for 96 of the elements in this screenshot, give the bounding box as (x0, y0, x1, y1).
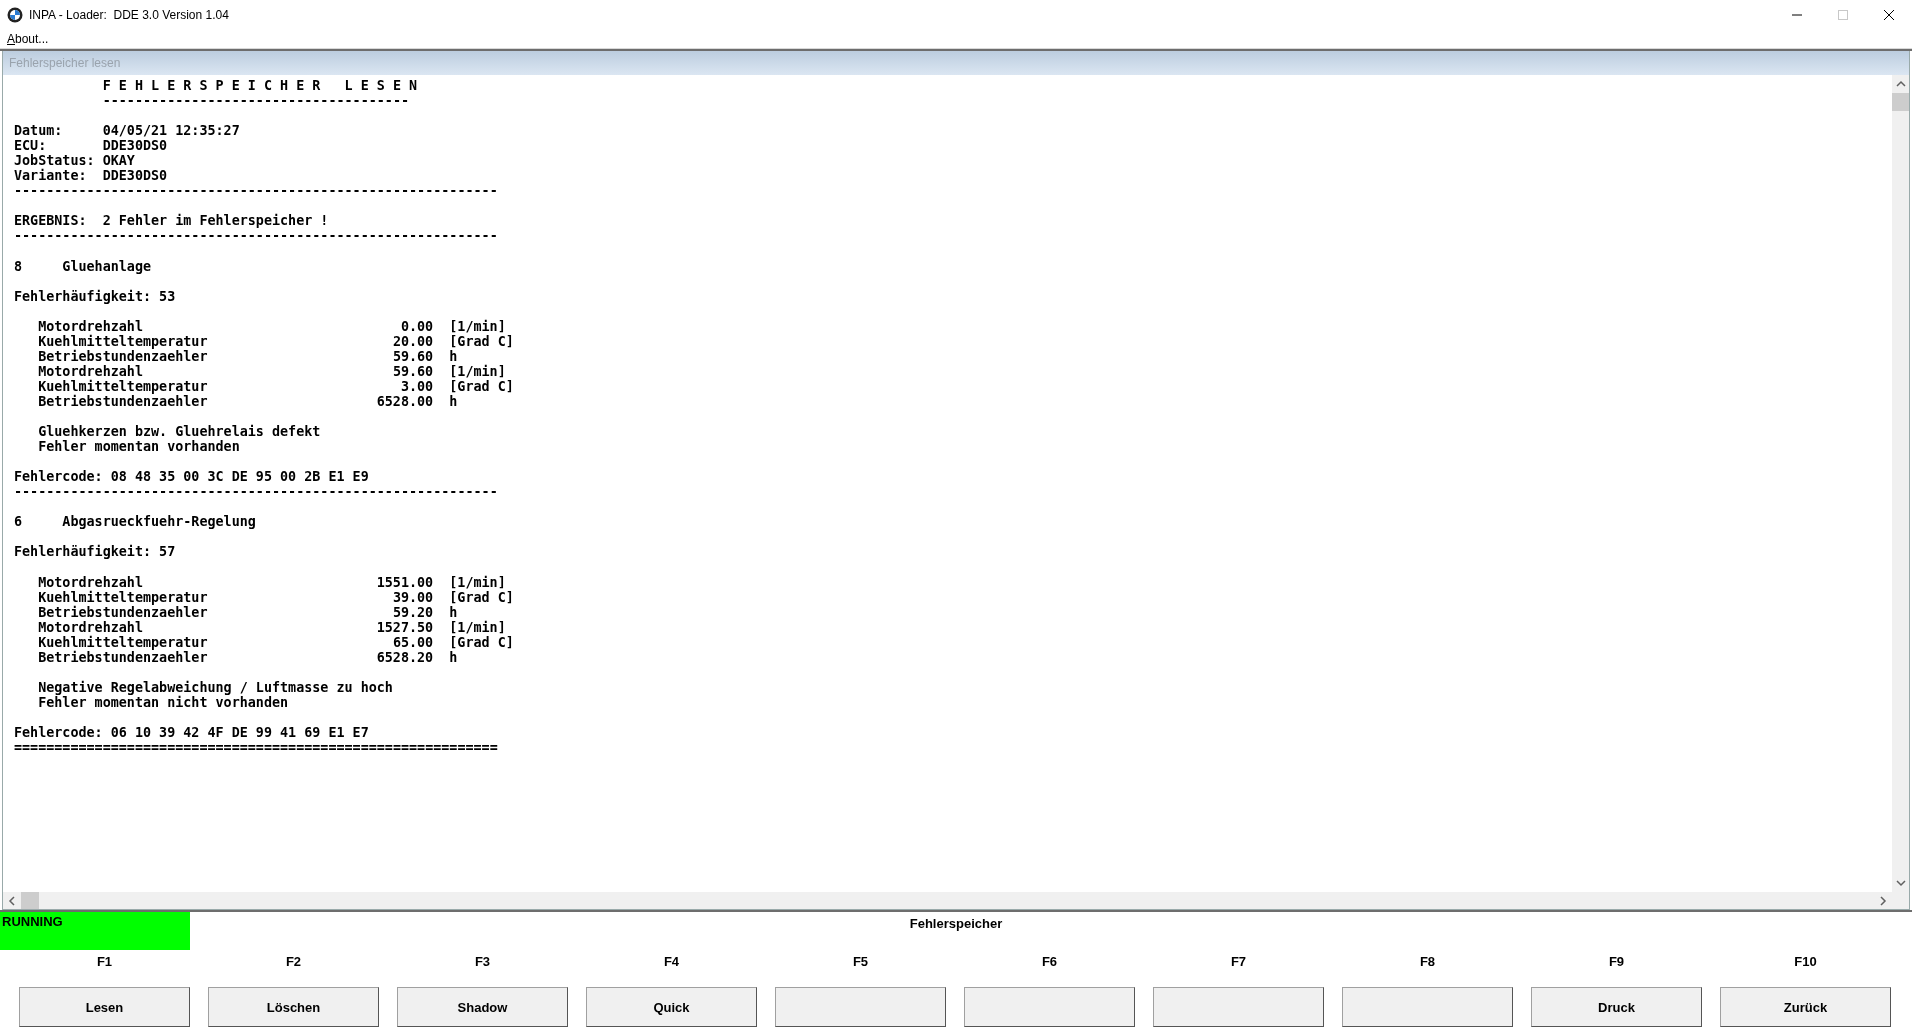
status-title: Fehlerspeicher (909, 916, 1003, 931)
param-value: 1551.00 (375, 574, 434, 590)
fault-note: Negative Regelabweichung / Luftmasse zu hoch (38, 679, 393, 695)
param-name: Betriebstundenzaehler (38, 649, 209, 665)
function-key-label: F10 (1794, 954, 1817, 969)
param-value: 6528.20 (375, 649, 434, 665)
param-unit: [1/min] (449, 574, 507, 590)
report-line: ------------------------------------------------------------ (14, 183, 498, 199)
horizontal-scrollbar[interactable] (3, 892, 1909, 909)
function-button[interactable]: Quick (586, 987, 757, 1027)
param-name: Kuehlmitteltemperatur (38, 333, 209, 349)
param-value: 20.00 (391, 333, 434, 349)
param-value: 59.60 (391, 363, 434, 379)
param-unit: h (449, 649, 459, 665)
param-name: Betriebstundenzaehler (38, 348, 209, 364)
param-unit: [1/min] (449, 363, 507, 379)
report-title: F E H L E R S P E I C H E R L E S E N (102, 78, 418, 93)
field-label: ERGEBNIS: (14, 213, 88, 229)
param-value: 59.60 (391, 348, 434, 364)
function-button[interactable] (1153, 987, 1324, 1027)
report-line: Fehlerhäufigkeit: 57 (14, 544, 176, 560)
param-value: 59.20 (391, 604, 434, 620)
param-value: 39.00 (391, 589, 434, 605)
scroll-thumb[interactable] (21, 892, 39, 909)
maximize-icon (1838, 10, 1848, 20)
param-value: 0.00 (399, 318, 434, 334)
menu-item[interactable]: About... (6, 32, 50, 46)
report-line: Fehlercode: 06 10 39 42 4F DE 99 41 69 E1 E7 (14, 725, 369, 740)
function-key-label: F4 (663, 954, 680, 969)
report-line: ------------------------------------------------------------ (14, 484, 498, 500)
fault-note: Fehler momentan nicht vorhanden (38, 694, 289, 710)
fault-name: Gluehanlage (62, 258, 153, 274)
field-value: DDE30DS0 (102, 138, 169, 154)
function-button[interactable]: Löschen (208, 987, 379, 1027)
param-unit: h (449, 348, 459, 364)
param-name: Kuehlmitteltemperatur (38, 634, 209, 650)
fault-number: 8 (14, 258, 24, 274)
fault-note: Gluehkerzen bzw. Gluehrelais defekt (38, 424, 321, 440)
report-line: ------------------------------------------------------------ (14, 228, 498, 244)
function-key-label: F8 (1419, 954, 1436, 969)
param-value: 1527.50 (375, 619, 434, 635)
function-button[interactable]: Shadow (397, 987, 568, 1027)
field-value: 04/05/21 12:35:27 (102, 123, 241, 139)
scroll-thumb[interactable] (1892, 93, 1909, 111)
param-unit: [1/min] (449, 619, 507, 635)
close-icon (1884, 10, 1894, 20)
child-window-title: Fehlerspeicher lesen (9, 56, 121, 70)
function-key-label: F5 (852, 954, 869, 969)
field-value: OKAY (102, 153, 136, 169)
function-key-label: F3 (474, 954, 491, 969)
param-name: Motordrehzahl (38, 318, 144, 334)
field-label: ECU: (14, 138, 48, 154)
field-value: 2 Fehler im Fehlerspeicher ! (102, 213, 330, 229)
field-label: Datum: (14, 123, 64, 139)
function-button[interactable]: Zurück (1720, 987, 1891, 1027)
status-indicator: RUNNING (0, 912, 190, 950)
param-unit: h (449, 604, 459, 620)
field-label: Variante: (14, 168, 88, 184)
function-button[interactable] (775, 987, 946, 1027)
function-button[interactable]: Druck (1531, 987, 1702, 1027)
function-key-label: F1 (96, 954, 113, 969)
window-title: INPA - Loader: DDE 3.0 Version 1.04 (29, 8, 230, 22)
param-unit: h (449, 394, 459, 410)
function-key-label: F2 (285, 954, 302, 969)
param-unit: [Grad C] (449, 634, 515, 650)
vertical-scrollbar[interactable] (1892, 75, 1909, 892)
function-key-label: F9 (1608, 954, 1625, 969)
param-unit: [Grad C] (449, 589, 515, 605)
fault-number: 6 (14, 514, 24, 530)
param-name: Kuehlmitteltemperatur (38, 378, 209, 394)
param-value: 3.00 (399, 378, 434, 394)
field-label: JobStatus: (14, 153, 96, 169)
report-line: Fehlerhäufigkeit: 53 (14, 288, 176, 304)
param-value: 6528.00 (375, 394, 434, 410)
function-button[interactable]: Lesen (19, 987, 190, 1027)
field-value: DDE30DS0 (102, 168, 169, 184)
fault-name: Abgasrueckfuehr-Regelung (62, 514, 257, 530)
function-button[interactable] (964, 987, 1135, 1027)
param-name: Motordrehzahl (38, 574, 144, 590)
function-key-label: F6 (1041, 954, 1058, 969)
param-name: Motordrehzahl (38, 363, 144, 379)
param-name: Betriebstundenzaehler (38, 604, 209, 620)
param-unit: [Grad C] (449, 378, 515, 394)
param-name: Betriebstundenzaehler (38, 394, 209, 410)
report-title: -------------------------------------- (102, 93, 410, 109)
param-name: Kuehlmitteltemperatur (38, 589, 209, 605)
roundel-icon (7, 7, 23, 23)
fault-note: Fehler momentan vorhanden (38, 439, 240, 455)
param-name: Motordrehzahl (38, 619, 144, 635)
function-button[interactable] (1342, 987, 1513, 1027)
param-unit: [Grad C] (449, 333, 515, 349)
report-line: Fehlercode: 08 48 35 00 3C DE 95 00 2B E1 E9 (14, 469, 369, 485)
param-unit: [1/min] (449, 318, 507, 334)
param-value: 65.00 (391, 634, 434, 650)
function-key-label: F7 (1230, 954, 1247, 969)
report-line: ============================================================ (14, 740, 498, 756)
